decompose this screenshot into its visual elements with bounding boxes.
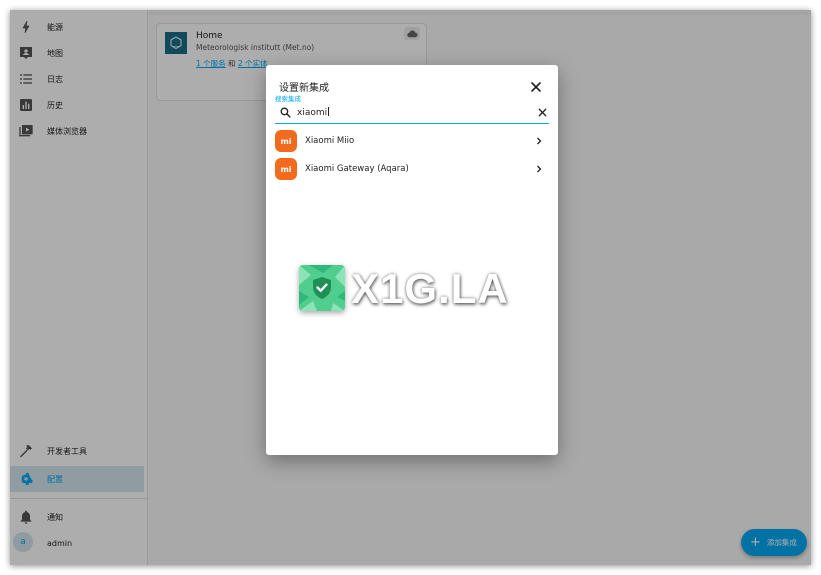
result-label: Xiaomi Miio bbox=[305, 136, 355, 146]
xiaomi-logo-icon: mi bbox=[275, 158, 297, 180]
text-cursor bbox=[328, 107, 330, 116]
clear-icon[interactable] bbox=[536, 106, 549, 119]
xiaomi-logo-icon: mi bbox=[275, 130, 297, 152]
result-label: Xiaomi Gateway (Aqara) bbox=[305, 164, 409, 174]
watermark-text: X1G.LA bbox=[351, 265, 509, 312]
result-item[interactable]: mi Xiaomi Gateway (Aqara) bbox=[266, 156, 558, 182]
search-text: xiaomi bbox=[297, 108, 328, 118]
search-label: 搜索集成 bbox=[275, 95, 301, 103]
search-icon bbox=[280, 107, 291, 118]
watermark: X1G.LA bbox=[299, 265, 509, 313]
search-input[interactable]: xiaomi bbox=[275, 103, 549, 124]
add-integration-dialog: 设置新集成 搜索集成 xiaomi mi Xiaomi Miio mi Xiao… bbox=[266, 65, 558, 455]
chevron-right-icon bbox=[537, 137, 542, 145]
shield-badge-icon bbox=[299, 265, 345, 311]
close-icon[interactable] bbox=[528, 79, 544, 95]
search-value: xiaomi bbox=[297, 107, 330, 118]
result-item[interactable]: mi Xiaomi Miio bbox=[266, 128, 558, 154]
dialog-title: 设置新集成 bbox=[279, 83, 329, 94]
chevron-right-icon bbox=[537, 165, 542, 173]
